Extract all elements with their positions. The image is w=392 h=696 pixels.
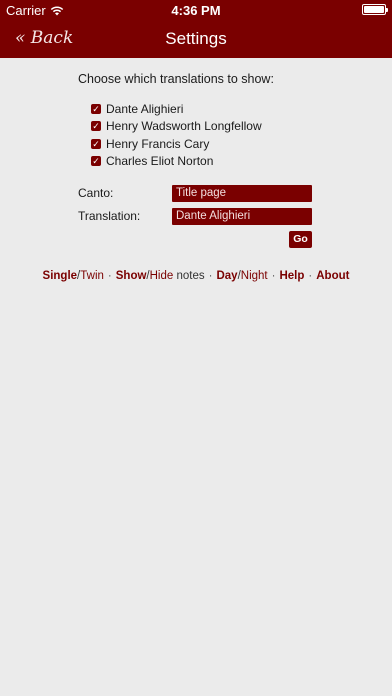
dot-separator: · — [308, 270, 313, 282]
checkbox-longfellow[interactable]: ✓ — [91, 121, 101, 132]
battery-icon — [362, 4, 388, 15]
translation-select[interactable]: Dante Alighieri — [172, 208, 312, 225]
translation-label-norton: Charles Eliot Norton — [106, 154, 214, 169]
canto-label: Canto: — [78, 186, 114, 200]
translation-label-longfellow: Henry Wadsworth Longfellow — [106, 119, 262, 134]
dot-separator: · — [271, 270, 276, 282]
status-bar: Carrier 4:36 PM — [0, 0, 392, 20]
night-option[interactable]: Night — [241, 270, 268, 282]
canto-select[interactable]: Title page — [172, 185, 312, 202]
translation-item-dante[interactable]: ✓ Dante Alighieri — [91, 100, 262, 118]
translations-prompt: Choose which translations to show: — [78, 72, 274, 86]
notes-label: notes — [173, 270, 205, 282]
page-title: Settings — [165, 29, 227, 48]
checkbox-cary[interactable]: ✓ — [91, 138, 101, 149]
show-notes-option[interactable]: Show — [116, 270, 147, 282]
translation-label-cary: Henry Francis Cary — [106, 136, 210, 151]
single-option[interactable]: Single — [43, 270, 78, 282]
help-link[interactable]: Help — [279, 270, 304, 282]
nav-bar: « Back Settings — [0, 20, 392, 58]
translation-item-longfellow[interactable]: ✓ Henry Wadsworth Longfellow — [91, 118, 262, 136]
checkbox-dante[interactable]: ✓ — [91, 103, 101, 114]
translation-item-cary[interactable]: ✓ Henry Francis Cary — [91, 135, 262, 153]
translation-label-dante: Dante Alighieri — [106, 101, 184, 116]
options-bar: Single/Twin · Show/Hide notes · Day/Night · He… — [0, 270, 392, 282]
checkbox-norton[interactable]: ✓ — [91, 156, 101, 167]
translation-list: ✓ Dante Alighieri ✓ Henry Wadsworth Long… — [91, 100, 262, 170]
dot-separator: · — [107, 270, 112, 282]
day-option[interactable]: Day — [216, 270, 237, 282]
about-link[interactable]: About — [316, 270, 349, 282]
translation-label: Translation: — [78, 209, 141, 223]
translation-item-norton[interactable]: ✓ Charles Eliot Norton — [91, 153, 262, 171]
twin-option[interactable]: Twin — [80, 270, 104, 282]
battery-fill — [364, 6, 384, 13]
go-button[interactable]: Go — [289, 231, 312, 248]
dot-separator: · — [208, 270, 213, 282]
hide-notes-option[interactable]: Hide — [150, 270, 174, 282]
status-time: 4:36 PM — [171, 3, 221, 18]
